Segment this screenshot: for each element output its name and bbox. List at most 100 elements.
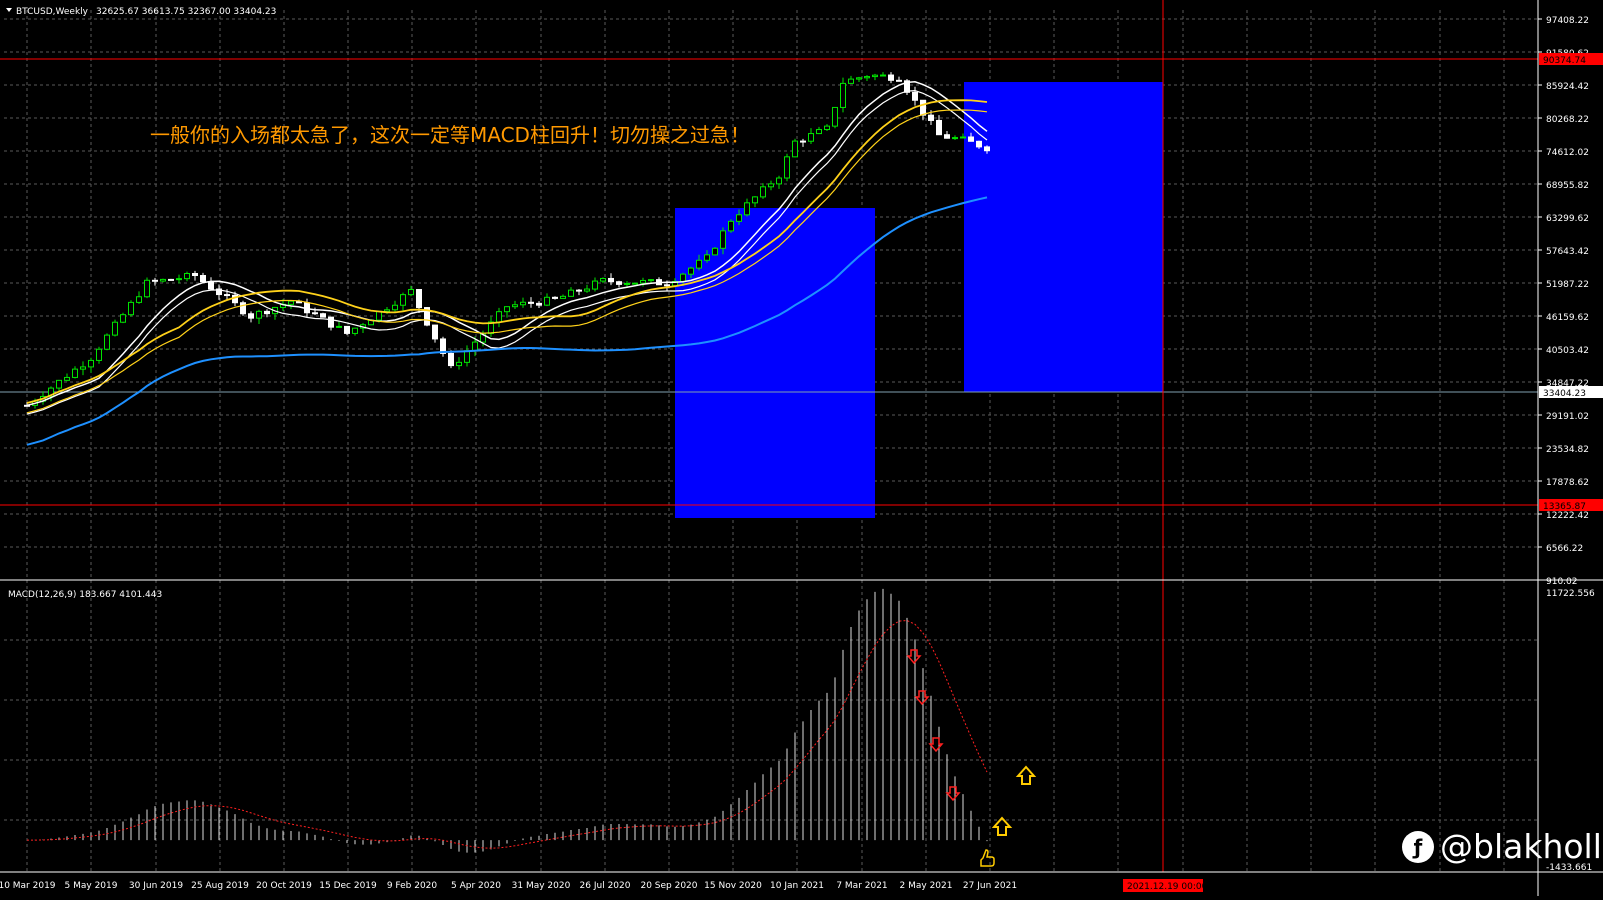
candle-body [528, 301, 534, 304]
y-tick-label: 68955.82 [1546, 181, 1589, 191]
candle-body [392, 304, 398, 311]
candle-body [80, 366, 86, 370]
candle-body [344, 325, 350, 334]
down-arrow-icon [928, 737, 944, 753]
candle-body [448, 352, 454, 367]
candle-body [192, 273, 198, 277]
candle-body [456, 361, 462, 367]
candle-body [712, 247, 718, 256]
candle-body [936, 119, 942, 136]
candle-body [864, 76, 870, 79]
candle-body [408, 289, 414, 296]
candle-body [896, 79, 902, 82]
candle-body [560, 295, 566, 299]
candle-body [728, 220, 734, 232]
candle-body [176, 278, 182, 281]
x-tick-label: 5 Apr 2020 [451, 881, 501, 891]
candle-body [336, 325, 342, 328]
candle-body [752, 196, 758, 204]
candle-body [248, 313, 254, 319]
candle-body [504, 306, 510, 313]
y-tick-label: 23534.82 [1546, 445, 1589, 455]
x-tick-label: 2 May 2021 [900, 881, 953, 891]
candle-body [848, 78, 854, 84]
y-tick-label: 97408.22 [1546, 16, 1589, 26]
candle-body [920, 99, 926, 116]
box-layer [675, 82, 1163, 518]
symbol-label: BTCUSD,Weekly [16, 7, 89, 17]
candle-body [696, 259, 702, 269]
candle-body [568, 289, 574, 297]
candle-body [952, 137, 958, 140]
candle-body [704, 254, 710, 261]
macd-layer [27, 588, 988, 853]
candle-body [312, 312, 318, 315]
macd-y-tick-label: 11722.556 [1546, 589, 1595, 599]
price-tag-label: 13365.87 [1543, 502, 1586, 512]
candle-body [624, 282, 630, 285]
watermark-text: @blakholl [1440, 827, 1602, 866]
candle-body [888, 74, 894, 81]
x-tick-label: 9 Feb 2020 [387, 881, 438, 891]
candle-body [760, 186, 766, 198]
candle-body [984, 146, 990, 152]
candle-body [616, 281, 622, 285]
candle-body [736, 214, 742, 222]
candle-body [224, 294, 230, 297]
candle-body [352, 327, 358, 334]
candle-body [384, 309, 390, 312]
candle-body [800, 140, 806, 143]
candle-body [320, 313, 326, 318]
symbol-dropdown-icon[interactable] [6, 8, 12, 12]
x-tick-label: 20 Oct 2019 [256, 881, 312, 891]
candle-body [496, 311, 502, 323]
candle-body [576, 289, 582, 292]
up-arrow-icon [991, 816, 1013, 836]
down-arrow-icon [906, 649, 922, 665]
candle-body [808, 133, 814, 142]
annotation-text: 一般你的入场都太急了，这次一定等MACD柱回升！切勿操之过急！ [150, 123, 750, 147]
candle-body [400, 294, 406, 306]
candle-body [632, 282, 638, 285]
down-arrow-icon [945, 786, 961, 802]
candle-body [640, 279, 646, 284]
macd-label: MACD(12,26,9) 183.667 4101.443 [8, 590, 162, 600]
candle-body [56, 379, 62, 389]
candle-body [824, 125, 830, 131]
candle-body [512, 304, 518, 308]
candle-body [776, 177, 782, 185]
candle-body [136, 296, 142, 303]
candle-body [520, 301, 526, 306]
candle-body [680, 273, 686, 282]
chart-canvas[interactable]: 97408.2291580.6285924.4280268.2274612.02… [0, 0, 1603, 896]
feather-icon: ƒ [1402, 830, 1434, 863]
y-tick-label: 63299.62 [1546, 214, 1589, 224]
x-tick-label: 31 May 2020 [512, 881, 571, 891]
x-tick-label: 15 Dec 2019 [319, 881, 377, 891]
x-tick-label: 15 Nov 2020 [704, 881, 762, 891]
x-tick-label: 30 Jun 2019 [129, 881, 183, 891]
candle-body [128, 301, 134, 316]
candle-body [792, 140, 798, 158]
candle-body [960, 136, 966, 139]
thumbs-up-icon [980, 849, 995, 867]
x-tick-label: 26 Jul 2020 [580, 881, 631, 891]
candle-body [168, 278, 174, 281]
candle-body [552, 296, 558, 299]
candle-body [376, 310, 382, 321]
candle-body [584, 288, 590, 292]
candle-body [152, 279, 158, 282]
candle-body [664, 284, 670, 287]
candle-body [544, 296, 550, 306]
price-tag-label: 33404.23 [1543, 389, 1586, 399]
x-tick-label: 10 Jan 2021 [770, 881, 824, 891]
x-tick-label: 10 Mar 2019 [0, 881, 56, 891]
candle-body [872, 74, 878, 78]
candle-body [416, 289, 422, 309]
y-tick-label: 85924.42 [1546, 82, 1589, 92]
cursor-date-label: 2021.12.19 00:00 [1127, 882, 1208, 892]
y-tick-label: 57643.42 [1546, 247, 1589, 257]
target-box [964, 82, 1163, 392]
chart-root[interactable]: 97408.2291580.6285924.4280268.2274612.02… [0, 0, 1603, 896]
y-tick-label: 80268.22 [1546, 115, 1589, 125]
